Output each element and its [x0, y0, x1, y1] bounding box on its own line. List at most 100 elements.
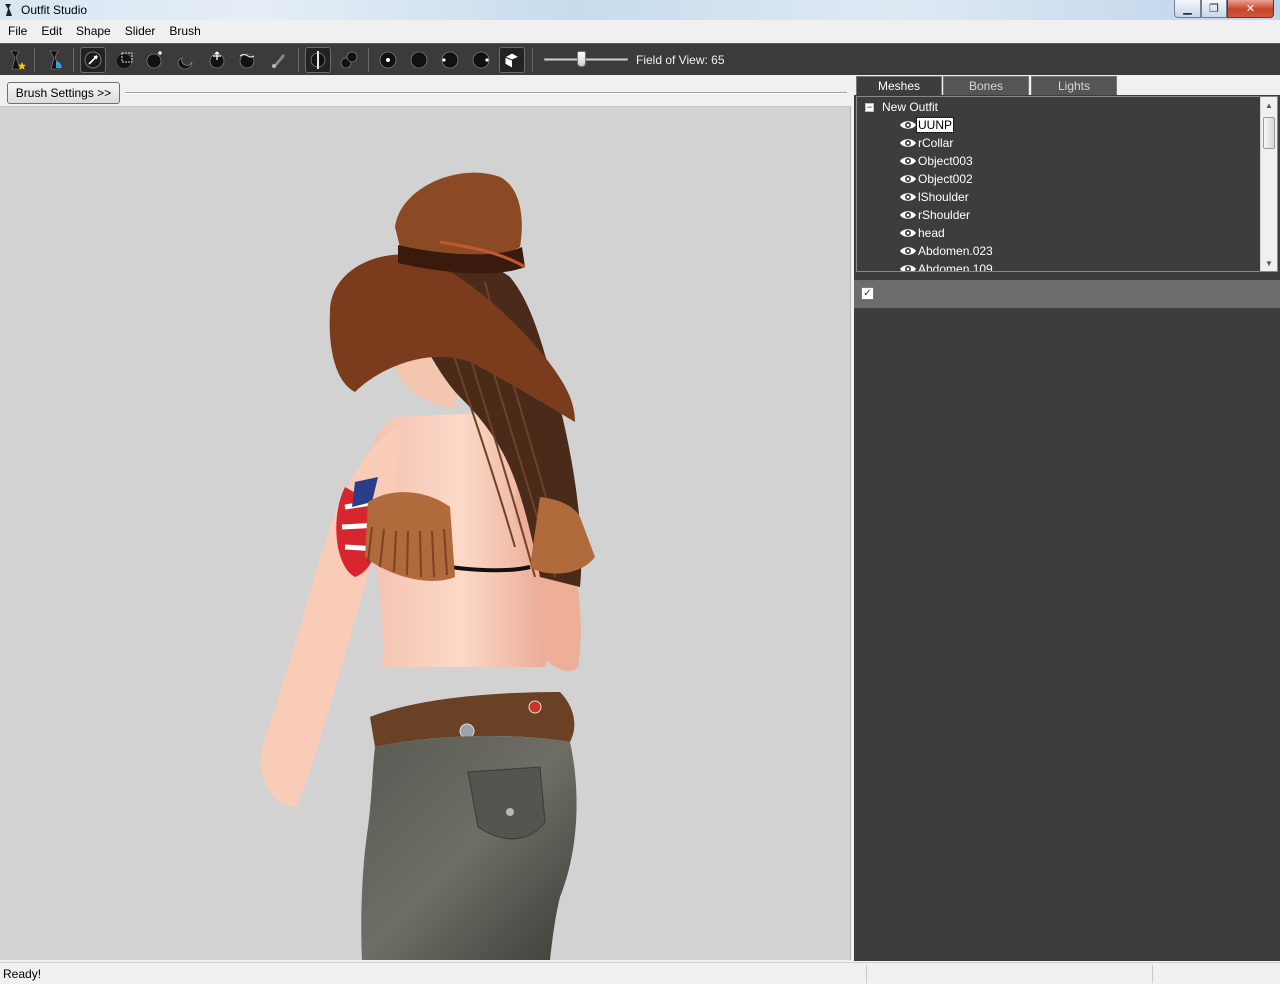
move-brush-icon [209, 51, 225, 69]
tree-item-label: rCollar [918, 136, 954, 150]
toolbar: Field of View: 65 [0, 43, 1280, 75]
tab-lights[interactable]: Lights [1031, 76, 1117, 95]
select-brush-icon [84, 51, 102, 69]
inflate-brush-icon [146, 51, 162, 69]
visibility-eye-icon[interactable] [899, 119, 917, 131]
deflate-brush-button[interactable] [172, 47, 198, 73]
tree-scrollbar[interactable]: ▲ ▼ [1260, 97, 1277, 271]
tree-item-label: Abdomen.109 [918, 262, 993, 272]
view-front-button[interactable] [375, 47, 401, 73]
new-project-button[interactable] [3, 47, 29, 73]
weight-brush-icon [272, 54, 285, 68]
menu-shape[interactable]: Shape [69, 21, 118, 41]
field-of-view-slider-thumb[interactable] [577, 51, 586, 67]
status-separator [866, 965, 867, 983]
select-brush-button[interactable] [80, 47, 106, 73]
tree-item-uunp[interactable]: UUNP [899, 116, 955, 134]
tree-item-rcollar[interactable]: rCollar [899, 134, 954, 152]
tab-bones[interactable]: Bones [943, 76, 1029, 95]
brush-settings-button[interactable]: Brush Settings >> [7, 82, 120, 104]
mesh-tree[interactable]: − New Outfit UUNP rCollar Object003 Obje… [856, 96, 1278, 272]
status-bar: Ready! [0, 962, 1280, 984]
load-outfit-button[interactable] [42, 47, 68, 73]
symmetry-x-button[interactable] [305, 47, 331, 73]
tree-item-label: rShoulder [918, 208, 971, 222]
app-icon [5, 4, 12, 16]
tab-meshes[interactable]: Meshes [856, 76, 942, 95]
tree-item-label: Object003 [918, 154, 973, 168]
perspective-cube-icon [504, 52, 520, 69]
view-right-button[interactable] [468, 47, 494, 73]
field-of-view-slider-track[interactable] [544, 58, 628, 61]
perspective-button[interactable] [499, 47, 525, 73]
tree-item-head[interactable]: head [899, 224, 946, 242]
toolbar-separator [368, 48, 369, 72]
smooth-brush-button[interactable] [234, 47, 260, 73]
visibility-eye-icon[interactable] [899, 191, 917, 203]
visibility-eye-icon[interactable] [899, 155, 917, 167]
slider-list-header: ✓ [854, 280, 1280, 308]
weight-brush-button[interactable] [266, 47, 292, 73]
scroll-up-icon[interactable]: ▲ [1261, 97, 1277, 113]
minimize-icon: ▁ [1183, 3, 1192, 15]
tree-root[interactable]: − New Outfit [865, 99, 938, 115]
tree-root-label: New Outfit [882, 100, 939, 114]
tree-item-rshoulder[interactable]: rShoulder [899, 206, 971, 224]
visibility-eye-icon[interactable] [899, 137, 917, 149]
minimize-button[interactable]: ▁ [1174, 0, 1201, 18]
character-model [260, 172, 595, 960]
new-project-icon [10, 50, 26, 70]
brush-settings-bar: Brush Settings >> [0, 77, 851, 107]
view-front-icon [379, 51, 397, 69]
load-outfit-icon [49, 50, 62, 70]
close-button[interactable]: ✕ [1227, 0, 1274, 18]
menu-brush[interactable]: Brush [162, 21, 207, 41]
symmetry-x-icon [310, 51, 326, 69]
tree-item-object003[interactable]: Object003 [899, 152, 974, 170]
tree-collapse-icon[interactable]: − [865, 102, 874, 112]
restore-icon: ❐ [1209, 3, 1219, 15]
status-text: Ready! [3, 967, 42, 981]
visibility-eye-icon[interactable] [899, 173, 917, 185]
view-back-button[interactable] [406, 47, 432, 73]
move-brush-button[interactable] [204, 47, 230, 73]
tree-item-object002[interactable]: Object002 [899, 170, 974, 188]
brush-settings-divider [125, 92, 847, 94]
vertex-color-button[interactable] [336, 47, 362, 73]
scrollbar-thumb[interactable] [1263, 117, 1275, 149]
view-left-button[interactable] [437, 47, 463, 73]
mask-brush-icon [117, 52, 133, 68]
view-left-icon [441, 51, 459, 69]
tree-item-lshoulder[interactable]: lShoulder [899, 188, 970, 206]
visibility-eye-icon[interactable] [899, 245, 917, 257]
deflate-brush-icon [177, 57, 193, 70]
view-back-icon [410, 51, 428, 69]
toolbar-separator [532, 48, 533, 72]
jeans [361, 735, 577, 960]
tree-item-abdomen-023[interactable]: Abdomen.023 [899, 242, 994, 260]
menu-bar: File Edit Shape Slider Brush [0, 21, 1280, 41]
menu-edit[interactable]: Edit [34, 21, 69, 41]
scroll-down-icon[interactable]: ▼ [1261, 255, 1277, 271]
slider-select-all-checkbox[interactable]: ✓ [861, 287, 874, 300]
visibility-eye-icon[interactable] [899, 263, 917, 272]
menu-slider[interactable]: Slider [118, 21, 163, 41]
smooth-brush-icon [239, 53, 255, 69]
title-bar: Outfit Studio ▁ ❐ ✕ [0, 0, 1280, 20]
toolbar-separator [298, 48, 299, 72]
status-separator [1152, 965, 1153, 983]
visibility-eye-icon[interactable] [899, 227, 917, 239]
field-of-view-label: Field of View: 65 [636, 53, 725, 67]
vertex-color-icon [340, 51, 358, 69]
3d-viewport[interactable] [0, 107, 851, 960]
maximize-button[interactable]: ❐ [1201, 0, 1227, 18]
mask-brush-button[interactable] [112, 47, 138, 73]
inflate-brush-button[interactable] [142, 47, 168, 73]
window-title: Outfit Studio [21, 3, 88, 17]
visibility-eye-icon[interactable] [899, 209, 917, 221]
toolbar-separator [34, 48, 35, 72]
tree-item-label: Abdomen.023 [918, 244, 993, 258]
tree-item-label: UUNP [915, 117, 955, 133]
tree-item-abdomen-109[interactable]: Abdomen.109 [899, 260, 994, 272]
menu-file[interactable]: File [0, 21, 34, 41]
